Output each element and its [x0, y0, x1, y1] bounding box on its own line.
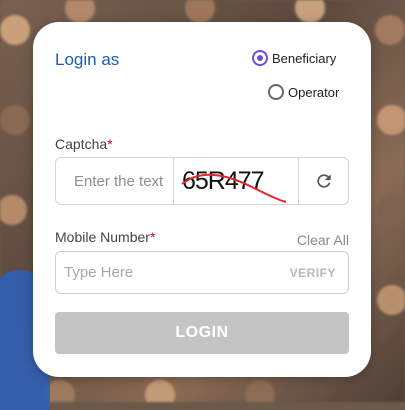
required-mark: * [149, 229, 156, 245]
verify-button[interactable]: VERIFY [290, 266, 336, 280]
refresh-icon [316, 174, 331, 188]
role-option-operator[interactable]: Operator [268, 84, 339, 100]
login-card: Login as Beneficiary Operator Captcha* 6… [33, 22, 371, 377]
mobile-number-input[interactable] [56, 251, 290, 294]
captcha-label-text: Captcha [55, 136, 108, 152]
clear-all-link[interactable]: Clear All [297, 232, 349, 248]
role-option-beneficiary[interactable]: Beneficiary [252, 50, 336, 66]
captcha-strike-line [181, 173, 287, 203]
mobile-field: VERIFY [55, 251, 349, 294]
login-button[interactable]: LOGIN [55, 312, 349, 354]
login-title: Login as [55, 50, 120, 69]
captcha-refresh-button[interactable] [299, 158, 348, 204]
mobile-label-text: Mobile Number [55, 229, 150, 245]
mobile-label: Mobile Number* [55, 229, 155, 245]
radio-checked-icon[interactable] [252, 50, 268, 66]
role-label-operator: Operator [288, 84, 340, 100]
required-mark: * [107, 136, 113, 152]
radio-unchecked-icon[interactable] [268, 84, 284, 100]
captcha-field: 65R477 [55, 157, 349, 205]
role-label-beneficiary: Beneficiary [272, 50, 337, 66]
captcha-image: 65R477 [173, 158, 299, 204]
captcha-input[interactable] [56, 158, 173, 204]
captcha-label: Captcha* [55, 136, 113, 152]
